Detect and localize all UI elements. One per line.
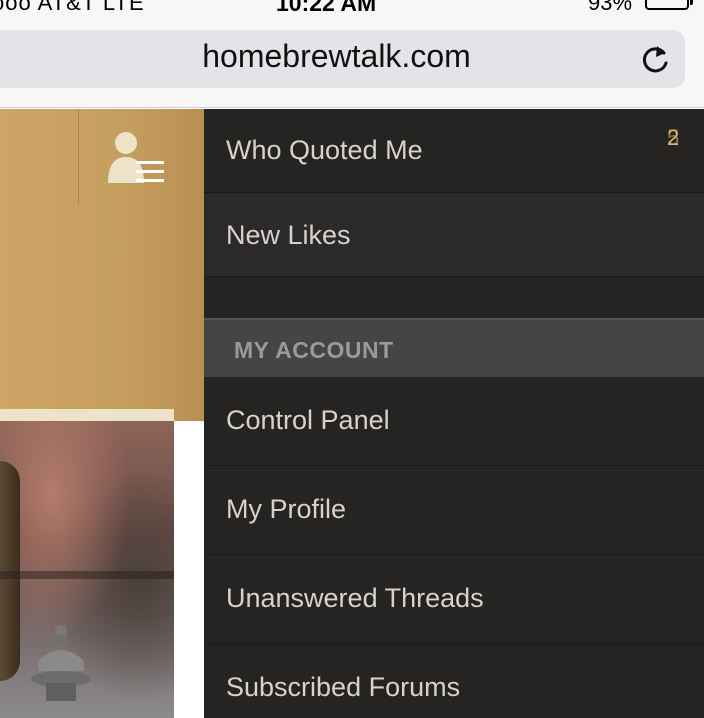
battery-percent: 93% [588, 0, 633, 15]
section-header-my-account: MY ACCOUNT [204, 318, 704, 377]
photo-shelf [0, 571, 174, 579]
menu-item-label: Subscribed Forums [226, 672, 461, 702]
menu-item-unanswered-threads[interactable]: Unanswered Threads [204, 555, 704, 644]
carrier-label: ooo AT&T LTE [0, 0, 145, 15]
menu-item-label: My Profile [226, 494, 347, 524]
menu-item-label: Unanswered Threads [226, 583, 484, 613]
header-divider [78, 109, 79, 205]
section-spacer [204, 277, 704, 318]
battery-icon [645, 0, 693, 10]
menu-item-label: Who Quoted Me [226, 135, 423, 165]
side-menu: Who Quoted Me 2 5 New Likes MY ACCOUNT C… [204, 109, 704, 718]
section-title: MY ACCOUNT [234, 337, 394, 363]
header-strip [0, 409, 174, 421]
menu-item-new-likes[interactable]: New Likes [204, 193, 704, 277]
address-bar[interactable]: homebrewtalk.com [0, 30, 685, 88]
page-content-gutter [174, 421, 204, 718]
forum-photo [0, 421, 174, 718]
clock: 10:22 AM [276, 0, 377, 16]
menu-item-label: Control Panel [226, 405, 390, 435]
status-bar: ooo AT&T LTE 10:22 AM 93% [0, 0, 704, 28]
hamburger-menu-icon[interactable] [136, 161, 164, 185]
menu-item-subscribed-forums[interactable]: Subscribed Forums [204, 644, 704, 718]
menu-item-who-quoted-me[interactable]: Who Quoted Me 2 5 [204, 109, 704, 193]
photo-lid [31, 625, 91, 701]
menu-item-control-panel[interactable]: Control Panel [204, 377, 704, 466]
url-text[interactable]: homebrewtalk.com [0, 38, 685, 75]
reload-icon[interactable] [640, 43, 670, 75]
menu-item-my-profile[interactable]: My Profile [204, 466, 704, 555]
menu-item-label: New Likes [226, 220, 351, 250]
site-header [0, 109, 204, 421]
